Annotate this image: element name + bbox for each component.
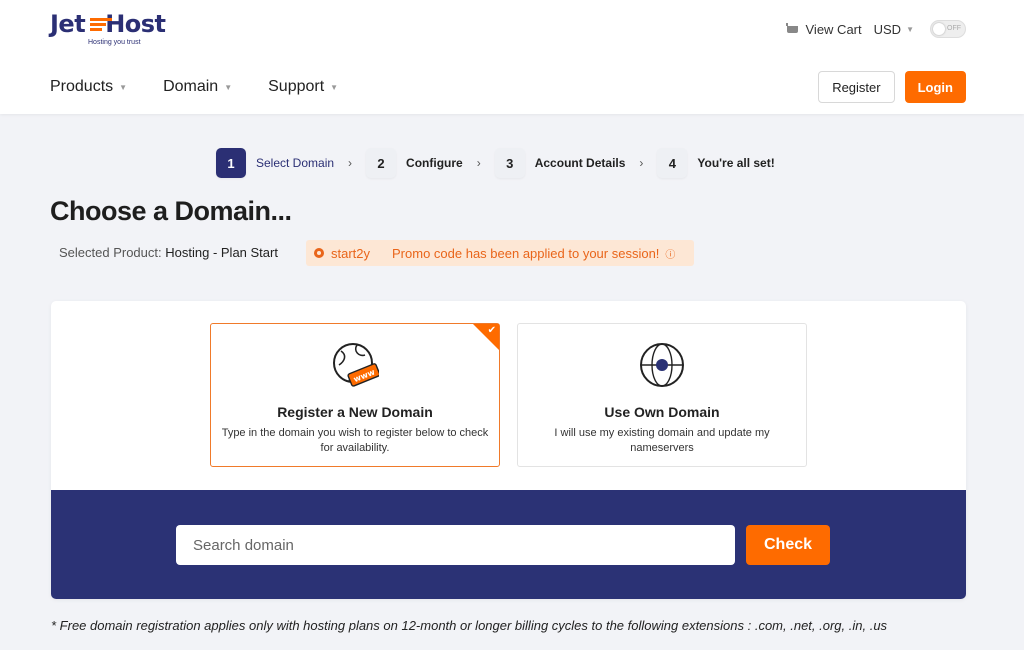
step-select-domain: 1 Select Domain (216, 148, 334, 178)
promo-message: Promo code has been applied to your sess… (392, 245, 660, 261)
step-number: 3 (494, 148, 525, 178)
globe-www-icon: www (333, 343, 381, 387)
cart-icon (785, 23, 800, 35)
promo-code: start2y (331, 245, 371, 261)
free-domain-footnote: * Free domain registration applies only … (51, 618, 888, 633)
auth-buttons: Register Login (818, 71, 966, 103)
chevron-right-icon: › (348, 156, 353, 170)
selected-product-value: Hosting - Plan Start (165, 245, 278, 260)
step-all-set: 4 You're all set! (657, 148, 775, 178)
step-number: 2 (366, 148, 397, 178)
selected-product-label: Selected Product: (59, 245, 162, 260)
register-new-domain-option[interactable]: ✔ www Register a New Domain Type in the … (210, 323, 500, 467)
nav-item-support[interactable]: Support ▼ (268, 78, 338, 96)
chevron-right-icon: › (476, 156, 481, 170)
use-own-domain-option[interactable]: Use Own Domain I will use my existing do… (517, 323, 807, 467)
chevron-down-icon: ▼ (224, 82, 233, 92)
checkout-steps: 1 Select Domain › 2 Configure › 3 Accoun… (216, 148, 775, 178)
globe-icon (640, 343, 684, 387)
step-account-details: 3 Account Details (494, 148, 626, 178)
promo-banner: start2y Promo code has been applied to y… (306, 240, 694, 266)
checkmark-icon: ✔ (487, 325, 496, 336)
view-cart-label: View Cart (805, 21, 862, 37)
step-label: You're all set! (697, 156, 775, 170)
selected-product: Selected Product: Hosting - Plan Start (59, 245, 278, 260)
chevron-down-icon: ▼ (906, 24, 914, 34)
gear-icon (314, 248, 324, 258)
nav-item-products[interactable]: Products ▼ (50, 78, 127, 96)
check-button[interactable]: Check (746, 525, 830, 565)
view-cart-link[interactable]: View Cart (785, 21, 862, 37)
logo-speed-bars-icon (90, 18, 112, 32)
jethost-logo[interactable]: Jet Host Hosting you trust (50, 10, 180, 50)
option-title: Use Own Domain (604, 404, 720, 420)
top-utilities: View Cart USD ▼ OFF (785, 20, 966, 38)
logo-text-left: Jet (50, 10, 86, 38)
chevron-down-icon: ▼ (119, 82, 128, 92)
main-nav: Products ▼ Domain ▼ Support ▼ (50, 78, 338, 96)
domain-options-card: ✔ www Register a New Domain Type in the … (51, 301, 966, 599)
option-title: Register a New Domain (277, 404, 433, 420)
register-button[interactable]: Register (818, 71, 895, 103)
chevron-right-icon: › (639, 156, 644, 170)
theme-toggle[interactable]: OFF (930, 20, 966, 38)
step-label: Select Domain (256, 156, 335, 170)
nav-item-label: Products (50, 78, 114, 95)
step-configure: 2 Configure (366, 148, 463, 178)
logo-text-right: Host (105, 10, 166, 38)
step-label: Configure (406, 156, 463, 170)
currency-value: USD (873, 21, 902, 37)
currency-selector[interactable]: USD ▼ (874, 22, 914, 37)
login-button[interactable]: Login (904, 71, 966, 103)
site-header: Jet Host Hosting you trust View Cart USD … (0, 0, 1024, 114)
nav-item-label: Support (268, 78, 325, 95)
nav-item-domain[interactable]: Domain ▼ (163, 78, 232, 96)
page-title: Choose a Domain... (50, 196, 292, 226)
logo-tagline: Hosting you trust (88, 39, 141, 46)
step-label: Account Details (534, 156, 626, 170)
step-number: 1 (216, 148, 246, 178)
chevron-down-icon: ▼ (330, 82, 339, 92)
domain-search-band: Check (51, 490, 966, 599)
info-icon[interactable]: ⓘ (665, 246, 675, 261)
toggle-knob (933, 23, 945, 35)
option-description: Type in the domain you wish to register … (221, 427, 489, 454)
step-number: 4 (657, 148, 688, 178)
nav-item-label: Domain (163, 78, 219, 95)
search-domain-input[interactable] (176, 525, 735, 565)
toggle-state-label: OFF (947, 25, 961, 32)
option-description: I will use my existing domain and update… (554, 427, 770, 454)
